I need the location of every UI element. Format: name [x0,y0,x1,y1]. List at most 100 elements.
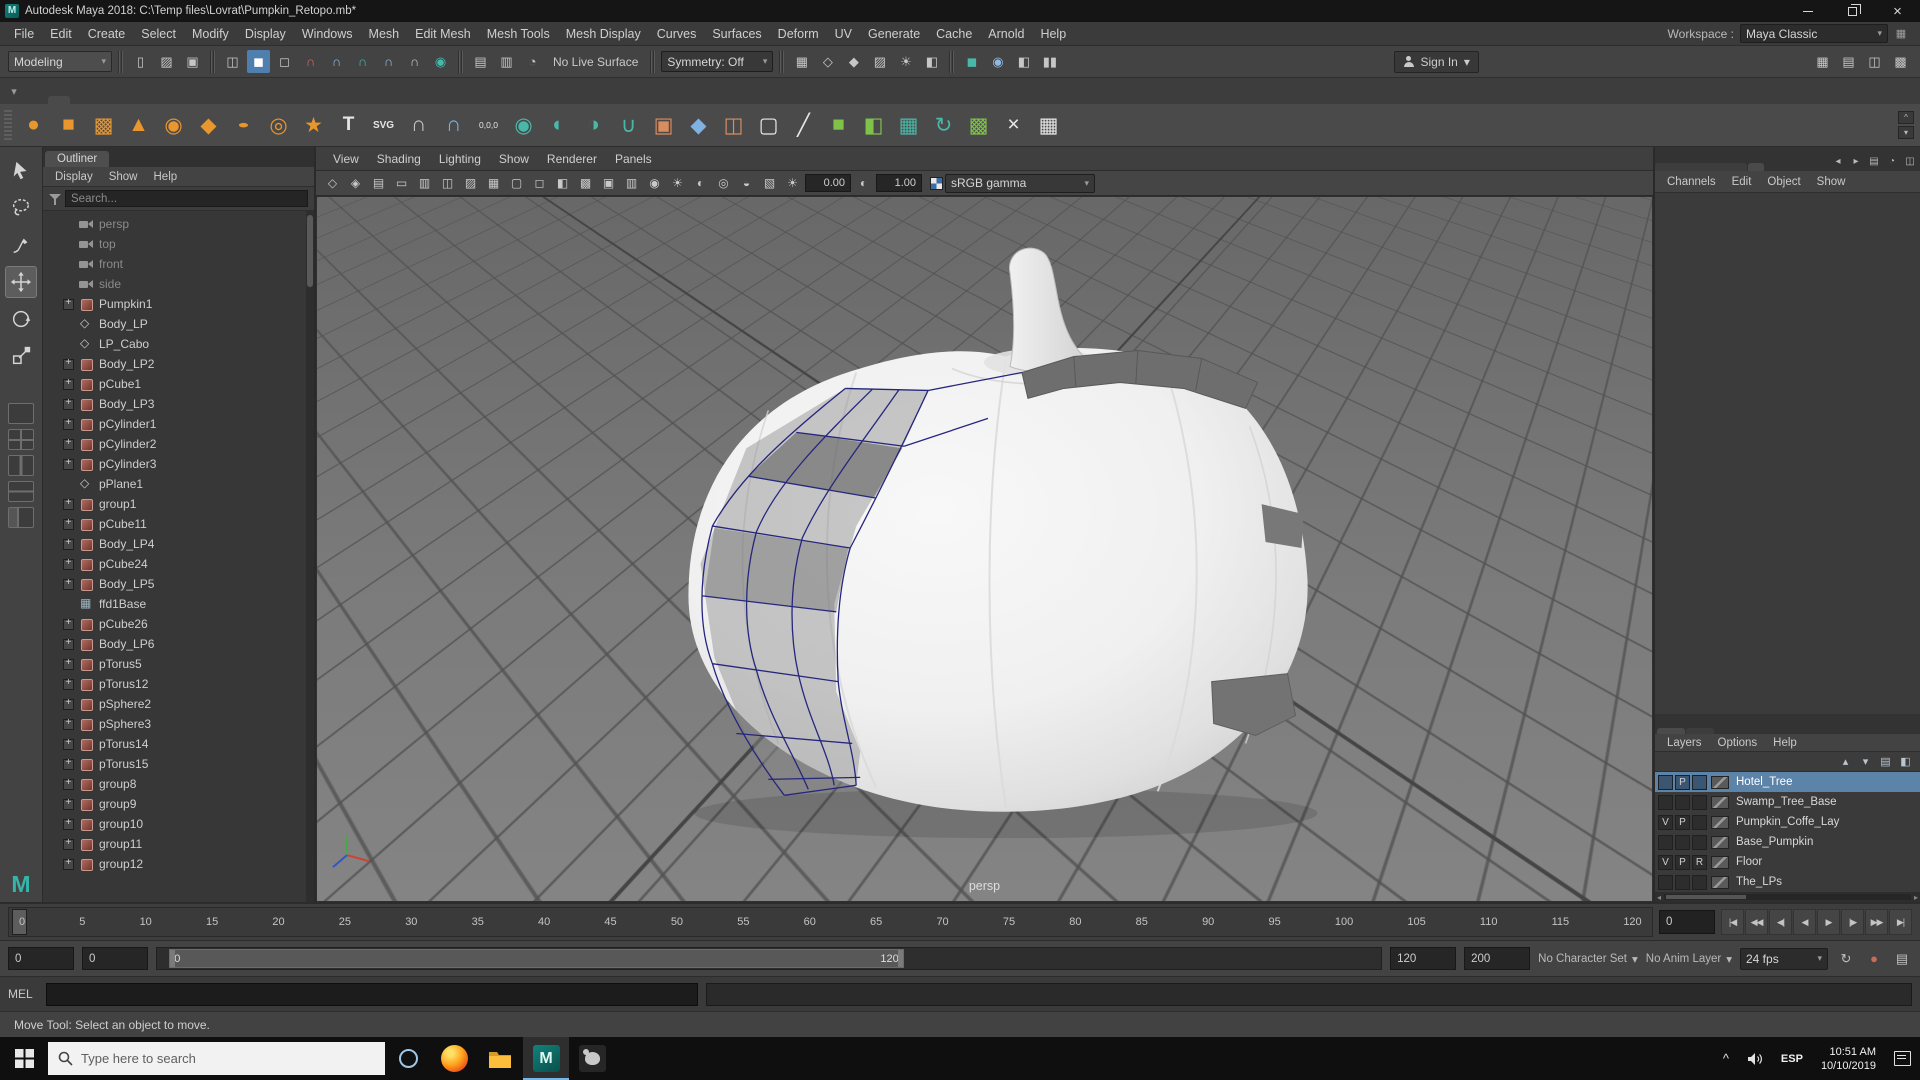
sidebar-tab[interactable] [1748,163,1764,171]
paint-selection-tool-button[interactable] [5,229,37,261]
channel-hyper-icon[interactable]: ◫ [1902,153,1918,169]
outliner-item[interactable]: LP_Cabo [43,334,314,354]
viewport-menu-item[interactable]: Lighting [430,149,490,169]
open-scene-icon[interactable]: ▨ [155,50,178,73]
outliner-item[interactable]: pCube24 [43,554,314,574]
outliner-item[interactable]: Body_LP4 [43,534,314,554]
layer-playback-toggle[interactable]: P [1675,815,1690,830]
outliner-item[interactable]: pCylinder1 [43,414,314,434]
xray-display-icon[interactable]: ◧ [920,50,943,73]
menu-item[interactable]: Windows [294,24,361,44]
make-live-icon[interactable]: ◉ [429,50,452,73]
layer-playback-toggle[interactable] [1675,875,1690,890]
language-button[interactable]: ESP [1772,1037,1812,1080]
cortana-button[interactable] [385,1037,431,1080]
animation-end-field[interactable]: 200 [1464,947,1530,970]
volume-button[interactable] [1738,1037,1772,1080]
outliner-item[interactable]: pCylinder2 [43,434,314,454]
resolution-gate-icon[interactable]: ◻ [529,174,550,193]
scrollbar-thumb[interactable] [307,215,313,287]
channel-speed-icon[interactable]: ◔ [1884,153,1900,169]
sign-in-button[interactable]: Sign In ▾ [1394,51,1479,73]
firefox-button[interactable] [431,1037,477,1080]
layer-playback-toggle[interactable] [1675,795,1690,810]
menu-item[interactable]: Edit Mesh [407,24,479,44]
shelf-multi-cut-icon[interactable]: ▢ [751,108,786,143]
frame-all-icon[interactable]: ◉ [644,174,665,193]
expand-icon[interactable] [63,399,74,410]
layer-editor-menu-item[interactable]: Layers [1659,735,1710,751]
playback-loop-icon[interactable]: ↻ [1836,949,1856,969]
shelf-uv-icon[interactable]: ▦ [891,108,926,143]
layer-color-swatch[interactable] [1711,836,1729,849]
layout-shortcut-icon-2[interactable]: ▤ [1837,50,1860,73]
minimize-button[interactable] [1785,0,1830,22]
play-backwards-button[interactable]: ◀ [1793,909,1816,935]
expand-icon[interactable] [63,619,74,630]
pause-icon[interactable]: ▮▮ [1038,50,1061,73]
shelf-overflow-down-icon[interactable]: ▾ [1898,126,1914,139]
menu-item[interactable]: Curves [649,24,705,44]
expand-icon[interactable] [63,439,74,450]
chevron-right-icon[interactable]: ▸ [1848,153,1864,169]
grease-pencil-icon[interactable]: ▨ [460,174,481,193]
multisample-icon[interactable]: ▧ [759,174,780,193]
expand-icon[interactable] [63,639,74,650]
range-slider-bar[interactable]: 0 120 [169,949,903,968]
outliner-menu-item[interactable]: Help [146,169,186,185]
play-forwards-button[interactable]: ▶ [1817,909,1840,935]
expand-icon[interactable] [63,759,74,770]
new-scene-icon[interactable]: ▯ [129,50,152,73]
shelf-tab[interactable] [246,96,268,104]
taskbar-search-input[interactable] [81,1051,375,1066]
auto-key-icon[interactable]: ● [1864,949,1884,969]
layer-row[interactable]: Swamp_Tree_Base [1655,792,1920,812]
toolbar-separator[interactable] [209,51,216,73]
layer-display-toggle[interactable] [1692,795,1707,810]
shelf-extract-icon[interactable]: ◑ [576,108,611,143]
ao-icon[interactable]: ◎ [713,174,734,193]
outliner-item[interactable]: Body_LP2 [43,354,314,374]
outliner-item[interactable]: Body_LP [43,314,314,334]
viewport-menu-item[interactable]: Show [490,149,538,169]
tray-chevron-button[interactable]: ^ [1714,1037,1738,1080]
scale-tool-button[interactable] [5,340,37,372]
step-back-frame-button[interactable]: ◀◀ [1745,909,1768,935]
snap-to-curve-icon[interactable]: ∩ [325,50,348,73]
range-handle-end[interactable] [898,950,903,967]
channel-box-menu-item[interactable]: Object [1759,174,1808,190]
exposure-field[interactable]: 0.00 [805,174,851,192]
channel-sliders-icon[interactable]: ▤ [1866,153,1882,169]
expand-icon[interactable] [63,719,74,730]
layer-visibility-toggle[interactable]: V [1658,815,1673,830]
outliner-menu-item[interactable]: Show [101,169,146,185]
layer-visibility-toggle[interactable] [1658,875,1673,890]
safe-title-icon[interactable]: ▥ [621,174,642,193]
menu-item[interactable]: Mesh Display [558,24,649,44]
shelf-bevel-icon[interactable]: ◆ [681,108,716,143]
snap-view-plane-icon[interactable]: ∩ [403,50,426,73]
playback-end-field[interactable]: 120 [1390,947,1456,970]
expand-icon[interactable] [63,659,74,670]
layer-display-toggle[interactable] [1692,775,1707,790]
layout-four-pane-button[interactable] [8,429,34,450]
expand-icon[interactable] [63,679,74,690]
outliner-item[interactable]: group8 [43,774,314,794]
expand-icon[interactable] [63,419,74,430]
layer-color-swatch[interactable] [1711,796,1729,809]
render-frame-icon[interactable]: ◼ [960,50,983,73]
expand-icon[interactable] [63,799,74,810]
shelf-separate-icon[interactable]: ◐ [541,108,576,143]
layer-visibility-toggle[interactable] [1658,775,1673,790]
outliner-item[interactable]: group1 [43,494,314,514]
outliner-item[interactable]: pSphere3 [43,714,314,734]
shelf-tab[interactable] [158,96,180,104]
colorspace-select[interactable]: sRGB gamma ▾ [945,174,1095,193]
wireframe-display-icon[interactable]: ◇ [816,50,839,73]
shelf-cone-icon[interactable]: ▲ [121,108,156,143]
shaded-display-icon[interactable]: ◆ [842,50,865,73]
shelf-svg-tool-icon[interactable]: SVG [366,108,401,143]
toolbar-separator[interactable] [117,51,124,73]
outliner-item[interactable]: Pumpkin1 [43,294,314,314]
range-handle-start[interactable] [170,950,175,967]
